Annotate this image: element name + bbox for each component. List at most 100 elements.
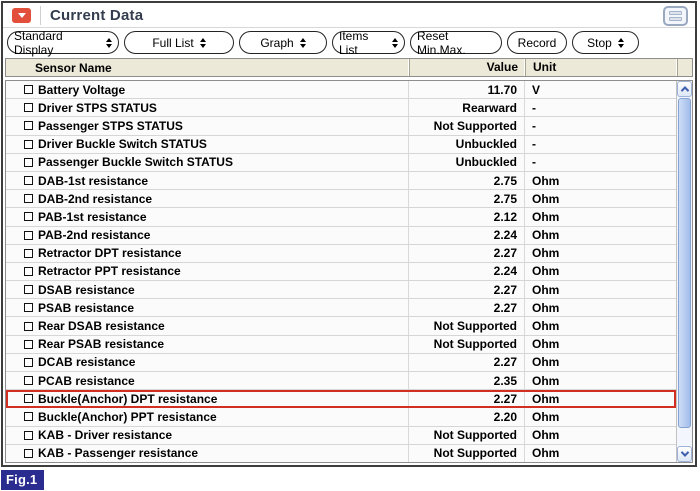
sensor-unit: -	[524, 117, 676, 135]
table-row[interactable]: DAB-2nd resistance 2.75 Ohm	[6, 190, 676, 209]
table-row[interactable]: KAB - Passenger resistance Not Supported O…	[6, 444, 676, 462]
row-checkbox[interactable]	[24, 212, 33, 222]
sensor-name-cell: Passenger STPS STATUS	[6, 117, 408, 134]
row-checkbox[interactable]	[24, 230, 33, 240]
row-checkbox[interactable]	[24, 394, 33, 404]
sensor-name-cell: KAB - Passenger resistance	[6, 445, 408, 462]
sensor-unit: Ohm	[524, 262, 676, 281]
current-data-window: Current Data Standard Display Full List Gr…	[1, 1, 697, 467]
row-checkbox[interactable]	[24, 448, 33, 458]
row-checkbox[interactable]	[24, 321, 33, 331]
sensor-name-cell: Rear PSAB resistance	[6, 336, 408, 353]
table-row[interactable]: Battery Voltage 11.70 V	[6, 81, 676, 100]
toolbar-button-standard-display[interactable]: Standard Display	[7, 28, 119, 57]
toolbar-button-record[interactable]: Record	[507, 31, 567, 54]
table-row[interactable]: DSAB resistance 2.27 Ohm	[6, 281, 676, 300]
table-row[interactable]: Driver Buckle Switch STATUS Unbuckled -	[6, 135, 676, 154]
row-checkbox[interactable]	[24, 139, 33, 149]
sensor-name-cell: KAB - Driver resistance	[6, 427, 408, 444]
scrollbar-thumb[interactable]	[678, 98, 691, 428]
toolbar-button-reset-min-max[interactable]: Reset Min.Max.	[410, 29, 502, 57]
table-row-highlighted[interactable]: Buckle(Anchor) DPT resistance 2.27 Ohm	[6, 390, 676, 409]
table-row[interactable]: Buckle(Anchor) PPT resistance 2.20 Ohm	[6, 408, 676, 427]
sensor-name-label: Driver Buckle Switch STATUS	[38, 137, 207, 152]
table-row[interactable]: Retractor PPT resistance 2.24 Ohm	[6, 262, 676, 282]
window-stack-icon	[669, 17, 682, 21]
table-row[interactable]: DCAB resistance 2.27 Ohm	[6, 353, 676, 372]
row-checkbox[interactable]	[24, 285, 33, 295]
table-row[interactable]: DAB-1st resistance 2.75 Ohm	[6, 171, 676, 191]
sensor-unit: Ohm	[524, 372, 676, 390]
table-row[interactable]: PAB-1st resistance 2.12 Ohm	[6, 208, 676, 227]
row-checkbox[interactable]	[24, 303, 33, 313]
sensor-unit: Ohm	[524, 335, 676, 353]
sensor-name-label: KAB - Passenger resistance	[38, 446, 199, 461]
window-stack-icon	[669, 11, 682, 15]
sensor-value: 2.35	[408, 372, 524, 390]
row-checkbox[interactable]	[24, 357, 33, 367]
toolbar-button-items-list[interactable]: Items List	[332, 29, 405, 57]
window-menu-button[interactable]	[12, 7, 31, 23]
row-checkbox[interactable]	[24, 412, 33, 422]
sensor-value: Unbuckled	[408, 153, 524, 171]
window-stack-button[interactable]	[663, 6, 688, 26]
toolbar-button-graph[interactable]: Graph	[239, 31, 327, 54]
row-checkbox[interactable]	[24, 430, 33, 440]
toolbar-button-label: Record	[517, 35, 557, 50]
row-checkbox[interactable]	[24, 376, 33, 386]
sensor-name-label: Battery Voltage	[38, 82, 126, 97]
sensor-name-label: Rear DSAB resistance	[38, 319, 165, 334]
row-checkbox[interactable]	[24, 157, 33, 167]
row-checkbox[interactable]	[24, 248, 33, 258]
toolbar-button-full-list[interactable]: Full List	[124, 31, 234, 54]
sensor-value: 2.75	[408, 171, 524, 190]
sensor-value: 11.70	[408, 81, 524, 99]
table-row[interactable]: PSAB resistance 2.27 Ohm	[6, 299, 676, 318]
column-header-sensor-name[interactable]: Sensor Name	[6, 61, 409, 75]
table-row[interactable]: Driver STPS STATUS Rearward -	[6, 99, 676, 118]
table-row[interactable]: PCAB resistance 2.35 Ohm	[6, 372, 676, 391]
row-checkbox[interactable]	[24, 266, 33, 276]
sensor-value: 2.75	[408, 190, 524, 208]
row-checkbox[interactable]	[24, 103, 33, 113]
scroll-down-button[interactable]	[677, 446, 692, 462]
sensor-value: 2.27	[408, 353, 524, 371]
table-row[interactable]: Passenger Buckle Switch STATUS Unbuckled -	[6, 153, 676, 172]
sensor-name-cell: DCAB resistance	[6, 354, 408, 371]
sensor-name-label: DSAB resistance	[38, 282, 135, 297]
sensor-unit: Ohm	[524, 444, 676, 462]
table-row[interactable]: PAB-2nd resistance 2.24 Ohm	[6, 226, 676, 245]
row-checkbox[interactable]	[24, 85, 33, 95]
sensor-name-label: Passenger Buckle Switch STATUS	[38, 155, 233, 170]
vertical-scrollbar[interactable]	[676, 81, 692, 462]
sensor-unit: Ohm	[524, 317, 676, 335]
row-checkbox[interactable]	[24, 194, 33, 204]
row-checkbox[interactable]	[24, 339, 33, 349]
up-down-arrows-icon	[299, 37, 306, 48]
table-row[interactable]: Retractor DPT resistance 2.27 Ohm	[6, 244, 676, 263]
sensor-unit: -	[524, 99, 676, 117]
figure-label: Fig.1	[1, 470, 45, 490]
table-row[interactable]: KAB - Driver resistance Not Supported Ohm	[6, 426, 676, 445]
sensor-unit: -	[524, 135, 676, 153]
row-checkbox[interactable]	[24, 121, 33, 131]
toolbar-button-stop[interactable]: Stop	[572, 31, 639, 54]
sensor-name-label: DAB-1st resistance	[38, 173, 149, 188]
table-row[interactable]: Rear PSAB resistance Not Supported Ohm	[6, 335, 676, 354]
sensor-unit: Ohm	[524, 281, 676, 299]
sensor-value: Unbuckled	[408, 135, 524, 153]
row-checkbox[interactable]	[24, 176, 33, 186]
scroll-up-button[interactable]	[677, 81, 692, 97]
column-header-spacer	[677, 59, 692, 76]
titlebar-divider	[40, 5, 41, 25]
sensor-value: 2.24	[408, 226, 524, 244]
column-header-value[interactable]: Value	[409, 59, 525, 76]
sensor-name-cell: PAB-1st resistance	[6, 208, 408, 225]
toolbar-button-label: Standard Display	[14, 28, 63, 57]
table-row[interactable]: Passenger STPS STATUS Not Supported -	[6, 117, 676, 136]
table-row[interactable]: Rear DSAB resistance Not Supported Ohm	[6, 317, 676, 336]
sensor-unit: Ohm	[524, 244, 676, 262]
scrollbar-track[interactable]	[677, 429, 692, 446]
sensor-value: 2.27	[408, 390, 524, 408]
column-header-unit[interactable]: Unit	[525, 59, 677, 76]
